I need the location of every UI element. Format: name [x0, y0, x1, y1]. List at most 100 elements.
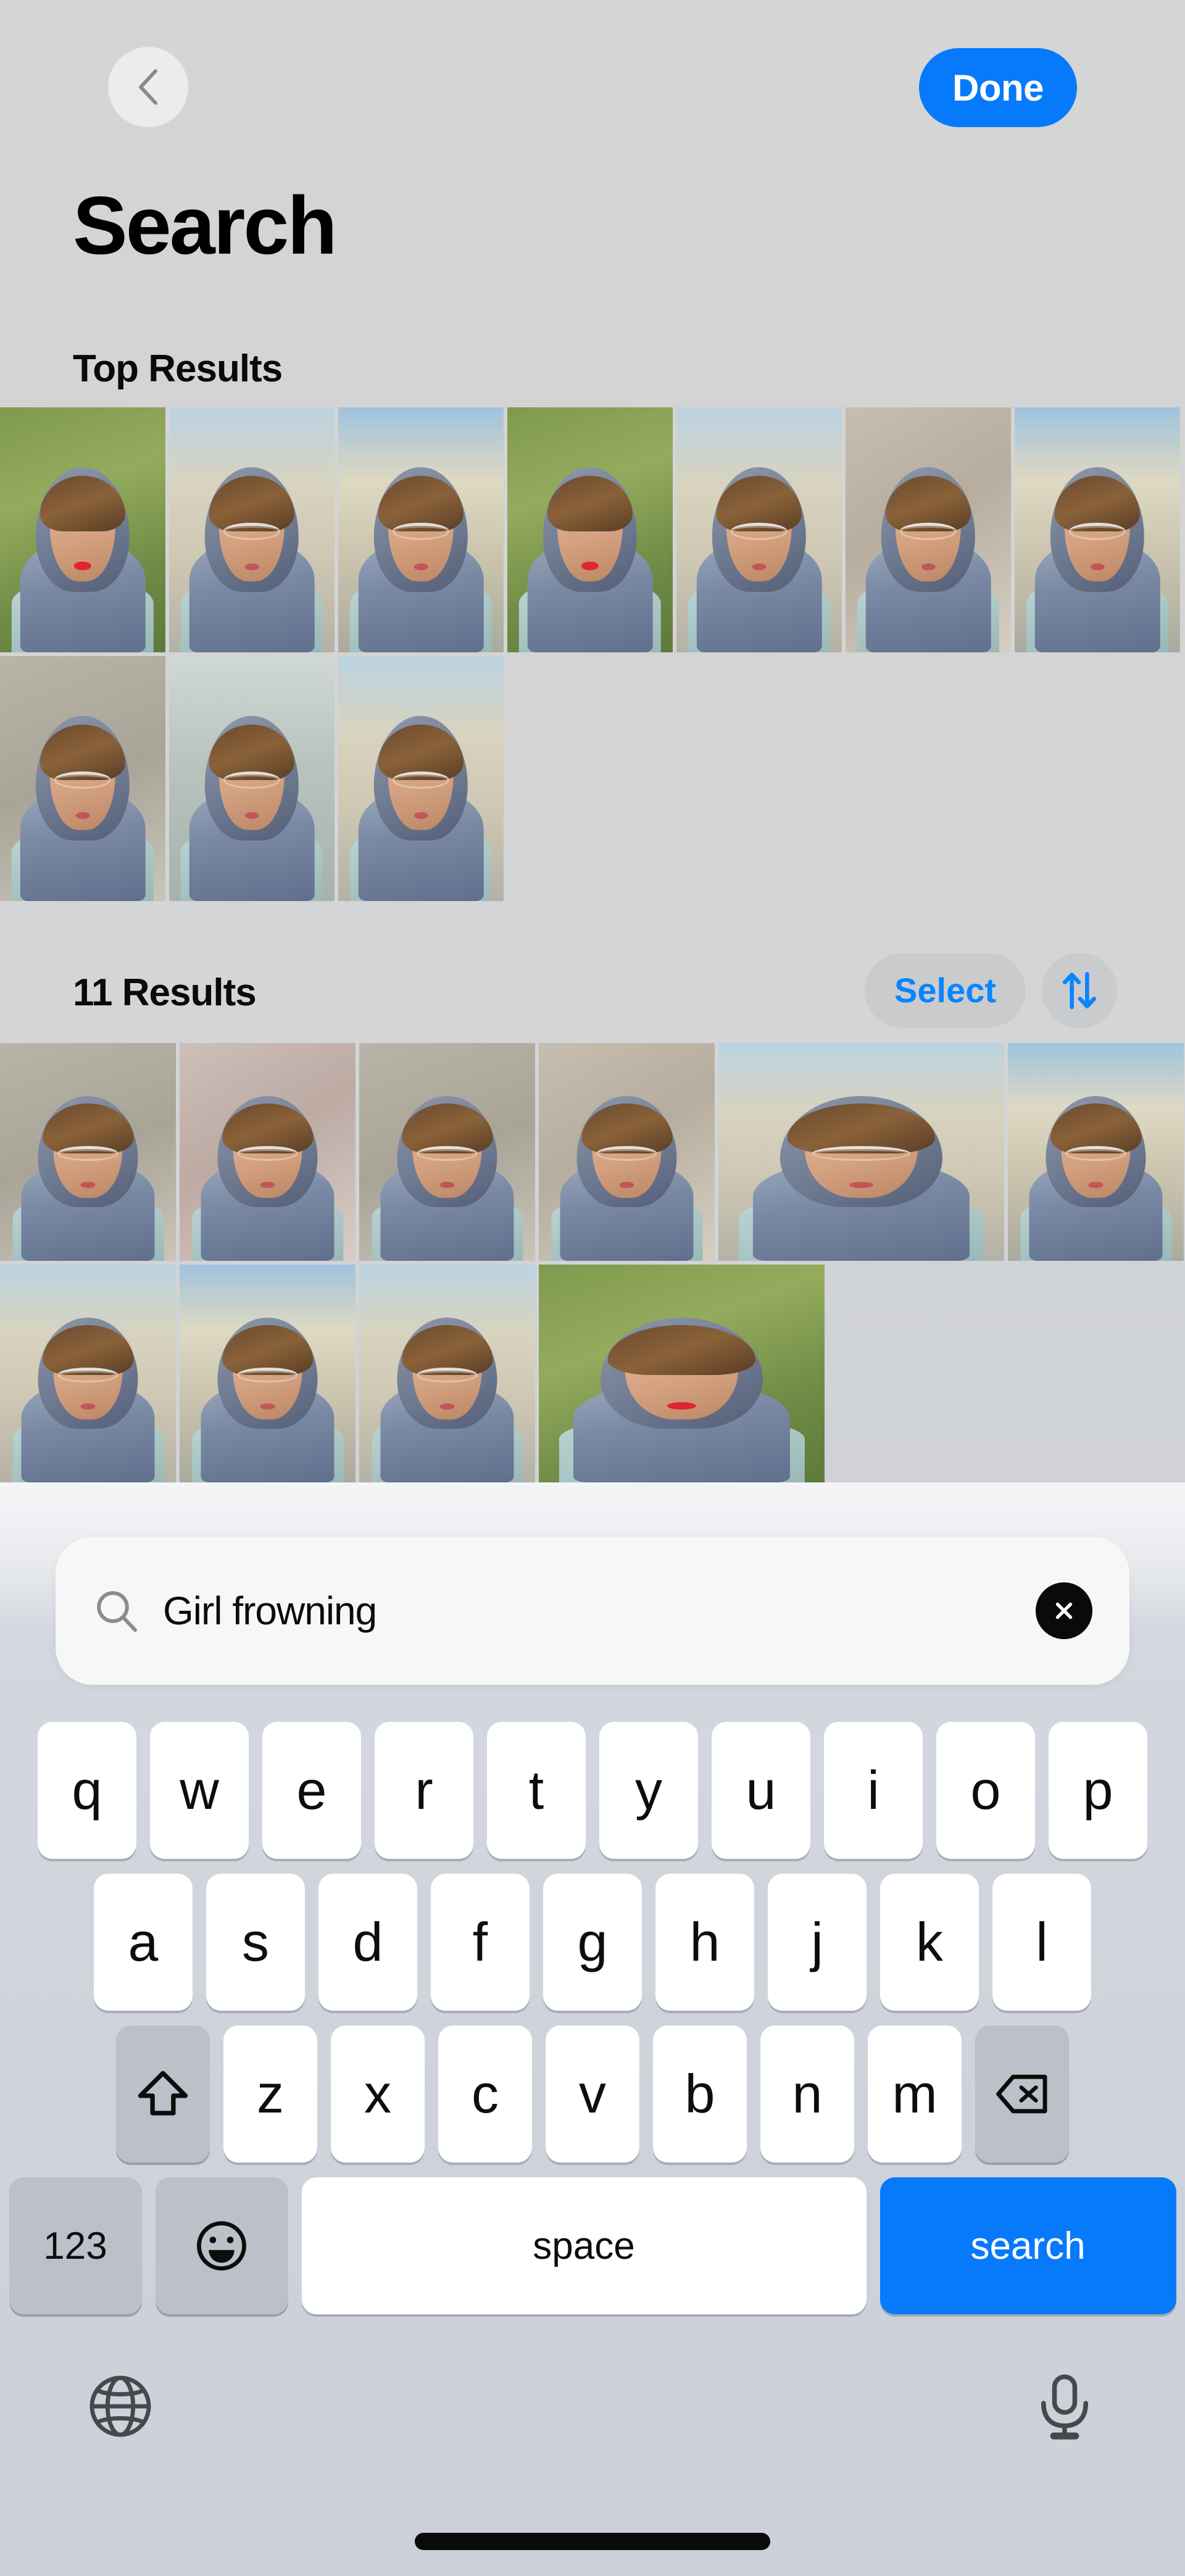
key-x[interactable]: x — [331, 2025, 425, 2163]
photo-thumbnail[interactable] — [539, 1043, 715, 1261]
search-icon — [97, 1591, 137, 1632]
chevron-left-icon — [139, 69, 157, 105]
photo-image — [180, 1265, 356, 1482]
numeric-key[interactable]: 123 — [9, 2177, 142, 2314]
all-results-grid — [0, 1043, 1185, 1482]
select-button[interactable]: Select — [865, 953, 1026, 1028]
photos-search-screen: Done Search Top Results 11 Results Selec… — [0, 0, 1185, 2576]
photo-thumbnail[interactable] — [0, 1265, 176, 1482]
key-h[interactable]: h — [655, 1874, 754, 2011]
keyboard-bottom-bar — [0, 2358, 1185, 2475]
key-t[interactable]: t — [487, 1722, 586, 1859]
key-o[interactable]: o — [936, 1722, 1035, 1859]
photo-image — [676, 407, 842, 652]
key-g[interactable]: g — [543, 1874, 642, 2011]
search-field[interactable] — [56, 1537, 1129, 1685]
key-n[interactable]: n — [760, 2025, 854, 2163]
photo-image — [0, 1265, 176, 1482]
key-y[interactable]: y — [599, 1722, 698, 1859]
key-q[interactable]: q — [38, 1722, 136, 1859]
keyboard-row-3: z x c v b n m — [0, 2025, 1185, 2163]
key-r[interactable]: r — [375, 1722, 473, 1859]
photo-thumbnail[interactable] — [0, 656, 165, 901]
photo-image — [539, 1043, 715, 1261]
photo-image — [507, 407, 673, 652]
photo-image — [169, 407, 335, 652]
photo-thumbnail[interactable] — [180, 1043, 356, 1261]
backspace-icon — [996, 2074, 1047, 2114]
photo-thumbnail[interactable] — [507, 407, 673, 652]
keyboard-panel: q w e r t y u i o p a s d f g h j k l — [0, 1482, 1185, 2576]
photo-image — [718, 1043, 1004, 1261]
photo-image — [0, 1043, 176, 1261]
key-z[interactable]: z — [223, 2025, 317, 2163]
globe-key[interactable] — [80, 2366, 160, 2446]
photo-thumbnail[interactable] — [0, 407, 165, 652]
photo-thumbnail[interactable] — [846, 407, 1011, 652]
key-f[interactable]: f — [431, 1874, 530, 2011]
photo-thumbnail[interactable] — [359, 1265, 535, 1482]
key-j[interactable]: j — [768, 1874, 867, 2011]
key-l[interactable]: l — [992, 1874, 1091, 2011]
key-v[interactable]: v — [546, 2025, 639, 2163]
photo-thumbnail[interactable] — [180, 1265, 356, 1482]
photo-image — [0, 407, 165, 652]
shift-key[interactable] — [116, 2025, 210, 2163]
photo-thumbnail[interactable] — [338, 656, 504, 901]
done-button[interactable]: Done — [919, 48, 1077, 127]
key-k[interactable]: k — [880, 1874, 979, 2011]
key-p[interactable]: p — [1049, 1722, 1147, 1859]
emoji-smiley-icon — [197, 2221, 246, 2271]
photo-thumbnail[interactable] — [539, 1265, 825, 1482]
key-c[interactable]: c — [438, 2025, 532, 2163]
key-d[interactable]: d — [318, 1874, 417, 2011]
photo-image — [0, 656, 165, 901]
photo-image — [846, 407, 1011, 652]
shift-arrow-icon — [138, 2071, 188, 2116]
microphone-key[interactable] — [1025, 2366, 1105, 2446]
key-s[interactable]: s — [206, 1874, 305, 2011]
globe-icon — [89, 2375, 151, 2437]
space-key[interactable]: space — [301, 2177, 867, 2314]
page-title: Search — [73, 180, 338, 272]
sort-button[interactable] — [1042, 952, 1117, 1028]
photo-image — [359, 1043, 535, 1261]
select-label: Select — [894, 971, 996, 1010]
clear-search-button[interactable] — [1036, 1582, 1092, 1639]
photo-thumbnail[interactable] — [718, 1043, 1004, 1261]
clear-circle-icon — [1055, 1602, 1073, 1619]
photo-thumbnail[interactable] — [338, 407, 504, 652]
key-a[interactable]: a — [94, 1874, 193, 2011]
key-b[interactable]: b — [653, 2025, 747, 2163]
microphone-icon — [1041, 2374, 1089, 2440]
top-results-grid — [0, 407, 1185, 901]
search-input[interactable] — [163, 1588, 1036, 1634]
key-u[interactable]: u — [712, 1722, 810, 1859]
photo-thumbnail[interactable] — [359, 1043, 535, 1261]
photo-thumbnail[interactable] — [1015, 407, 1180, 652]
top-results-heading: Top Results — [73, 347, 283, 390]
key-m[interactable]: m — [868, 2025, 962, 2163]
key-e[interactable]: e — [262, 1722, 361, 1859]
results-actions: Select — [865, 952, 1117, 1029]
backspace-key[interactable] — [975, 2025, 1069, 2163]
keyboard-row-2: a s d f g h j k l — [0, 1874, 1185, 2011]
photo-image — [169, 656, 335, 901]
sort-arrows-icon — [1062, 971, 1097, 1009]
photo-image — [338, 656, 504, 901]
keyboard-row-4: 123 space search — [0, 2177, 1185, 2314]
key-i[interactable]: i — [824, 1722, 923, 1859]
photo-thumbnail[interactable] — [676, 407, 842, 652]
photo-thumbnail[interactable] — [169, 656, 335, 901]
key-w[interactable]: w — [150, 1722, 249, 1859]
photo-thumbnail[interactable] — [169, 407, 335, 652]
search-return-key[interactable]: search — [879, 2177, 1176, 2314]
photo-thumbnail[interactable] — [0, 1043, 176, 1261]
emoji-key[interactable] — [155, 2177, 288, 2314]
navigation-bar: Done — [0, 37, 1185, 136]
keyboard-rows: q w e r t y u i o p a s d f g h j k l z … — [0, 1722, 1185, 2329]
photo-thumbnail[interactable] — [1008, 1043, 1184, 1261]
results-count-label: 11 Results — [73, 971, 257, 1014]
back-button[interactable] — [108, 47, 188, 127]
home-indicator — [415, 2533, 770, 2550]
